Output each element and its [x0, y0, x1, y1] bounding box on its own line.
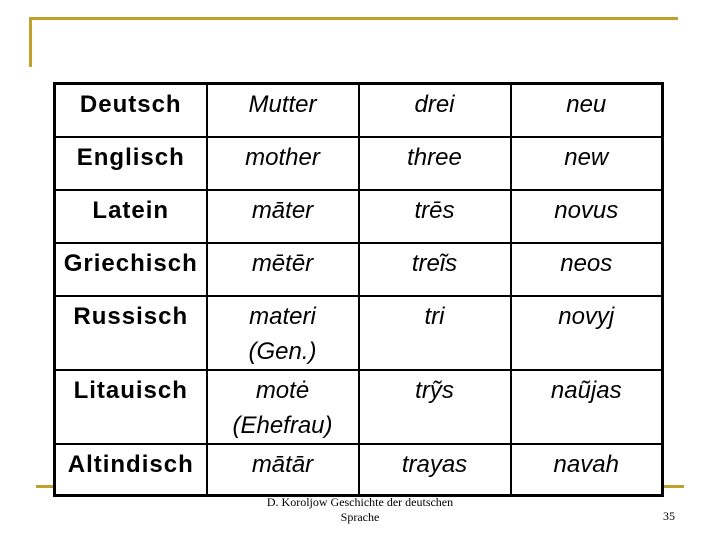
word-text: māter — [251, 196, 314, 224]
cognates-table: Deutsch Mutter drei neu Englisch mother … — [53, 82, 664, 497]
word-text: Mutter — [248, 91, 317, 118]
language-cell: Englisch — [53, 135, 208, 191]
page-number: 35 — [663, 509, 675, 523]
word-text: new — [564, 143, 609, 171]
language-cell: Deutsch — [53, 82, 208, 138]
word-text: naũjas — [550, 376, 622, 404]
three-word-cell: treĩs — [357, 241, 512, 297]
word-text: novyj — [558, 302, 615, 330]
word-text: navah — [553, 450, 619, 478]
language-label: Englisch — [76, 143, 185, 171]
new-word-cell: novyj — [509, 294, 664, 371]
accent-line-left — [29, 17, 32, 67]
word-text: mētēr — [251, 249, 314, 277]
word-note: (Ehefrau) — [232, 411, 333, 439]
language-label: Russisch — [73, 302, 189, 330]
mother-word-cell: Mutter — [205, 82, 360, 138]
three-word-cell: tri — [357, 294, 512, 371]
table-row: Russisch materi (Gen.) tri novyj — [53, 294, 664, 371]
three-word-cell: trayas — [357, 442, 512, 497]
three-word-cell: drei — [357, 82, 512, 138]
word-text: mātār — [251, 450, 314, 478]
word-text: trỹs — [415, 376, 454, 404]
table-row: Griechisch mētēr treĩs neos — [53, 241, 664, 297]
language-cell: Latein — [53, 188, 208, 244]
table-row: Englisch mother three new — [53, 135, 664, 191]
language-label: Latein — [92, 196, 170, 224]
word-text: materi — [249, 302, 316, 330]
three-word-cell: trỹs — [357, 368, 512, 445]
language-cell: Russisch — [53, 294, 208, 371]
table-row: Litauisch motė (Ehefrau) trỹs naũjas — [53, 368, 664, 445]
word-text: mother — [245, 143, 320, 171]
three-word-cell: three — [357, 135, 512, 191]
slide-footer: D. Koroljow Geschichte der deutschen Spr… — [220, 495, 500, 525]
word-text: treĩs — [411, 249, 458, 277]
new-word-cell: novus — [509, 188, 664, 244]
footer-line-2: Sprache — [340, 510, 380, 524]
new-word-cell: neu — [509, 82, 664, 138]
mother-word-cell: mother — [205, 135, 360, 191]
word-text: novus — [554, 196, 619, 224]
mother-word-cell: materi (Gen.) — [205, 294, 360, 371]
word-text: tri — [424, 302, 445, 330]
word-note: (Gen.) — [248, 337, 317, 365]
language-label: Deutsch — [79, 91, 182, 118]
language-cell: Litauisch — [53, 368, 208, 445]
word-text: motė — [255, 376, 310, 404]
word-text: drei — [414, 91, 455, 118]
word-text: neos — [560, 249, 613, 277]
footer-line-1: D. Koroljow Geschichte der deutschen — [266, 495, 454, 509]
new-word-cell: navah — [509, 442, 664, 497]
mother-word-cell: māter — [205, 188, 360, 244]
language-label: Griechisch — [63, 249, 198, 277]
mother-word-cell: mētēr — [205, 241, 360, 297]
word-text: trayas — [401, 450, 468, 478]
new-word-cell: neos — [509, 241, 664, 297]
word-text: neu — [566, 91, 607, 118]
accent-line-top — [29, 17, 678, 20]
mother-word-cell: motė (Ehefrau) — [205, 368, 360, 445]
table-row: Deutsch Mutter drei neu — [53, 82, 664, 138]
word-text: three — [407, 143, 462, 171]
language-cell: Griechisch — [53, 241, 208, 297]
new-word-cell: new — [509, 135, 664, 191]
language-label: Altindisch — [67, 450, 194, 478]
language-cell: Altindisch — [53, 442, 208, 497]
table-row: Latein māter trēs novus — [53, 188, 664, 244]
language-label: Litauisch — [73, 376, 188, 404]
mother-word-cell: mātār — [205, 442, 360, 497]
three-word-cell: trēs — [357, 188, 512, 244]
table-row: Altindisch mātār trayas navah — [53, 442, 664, 497]
new-word-cell: naũjas — [509, 368, 664, 445]
word-text: trēs — [414, 196, 455, 224]
